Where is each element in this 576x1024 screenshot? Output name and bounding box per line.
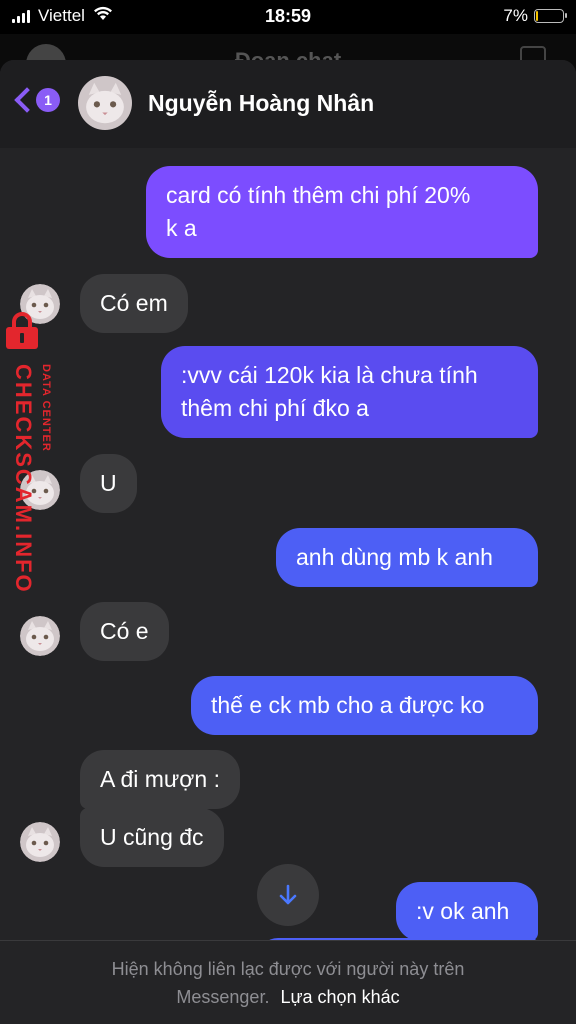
battery-percent: 7% (503, 6, 528, 25)
message-outgoing[interactable]: anh dùng mb k anh (276, 528, 538, 587)
message-text-line: :vvv cái 120k kia là chưa tính (181, 362, 478, 388)
cat-avatar-icon (20, 822, 60, 862)
footer-notice: Hiện không liên lạc được với người này t… (111, 959, 465, 979)
chevron-left-icon (14, 87, 40, 113)
contact-name[interactable]: Nguyễn Hoàng Nhân (148, 90, 374, 117)
message-outgoing[interactable]: :v ok anh (396, 882, 538, 941)
message-text: A đi mượn : (100, 766, 220, 792)
watermark: CHECKSCAM.INFO DATA CENTER (4, 312, 64, 594)
battery-icon (534, 9, 567, 23)
message-text: :v ok anh (416, 898, 510, 924)
message-text-line: k a (166, 215, 197, 241)
message-incoming[interactable]: U cũng đc (80, 808, 224, 867)
back-button[interactable]: 1 (12, 87, 60, 113)
watermark-subtext: DATA CENTER (40, 364, 52, 452)
chat-sheet: 1 Nguyễn Hoàng Nhân card có tính thêm ch… (0, 60, 576, 1024)
battery-fill (536, 11, 538, 21)
message-text-line: card có tính thêm chi phí 20% (166, 182, 471, 208)
cat-avatar-icon (20, 616, 60, 656)
chat-header: 1 Nguyễn Hoàng Nhân (0, 60, 576, 148)
sender-avatar[interactable] (20, 616, 60, 656)
contact-avatar[interactable] (78, 76, 132, 130)
watermark-text: CHECKSCAM.INFO (11, 364, 36, 594)
scroll-to-bottom-button[interactable] (257, 864, 319, 926)
message-text: U (100, 470, 117, 496)
message-outgoing[interactable]: :vvv cái 120k kia là chưa tính thêm chi … (161, 346, 538, 438)
unavailable-footer: Hiện không liên lạc được với người này t… (0, 940, 576, 1024)
footer-notice-end: Messenger. (176, 987, 270, 1007)
message-text-line: thêm chi phí đko a (181, 395, 369, 421)
message-incoming[interactable]: A đi mượn : (80, 750, 240, 809)
message-text: Có em (100, 290, 168, 316)
other-options-link[interactable]: Lựa chọn khác (280, 987, 399, 1007)
status-bar: Viettel 18:59 7% (0, 0, 576, 34)
sender-avatar[interactable] (20, 822, 60, 862)
footer-notice-line2: Messenger. Lựa chọn khác (0, 987, 576, 1008)
message-outgoing[interactable]: thế e ck mb cho a được ko (191, 676, 538, 735)
message-text: U cũng đc (100, 824, 204, 850)
lock-icon (6, 312, 38, 349)
cat-avatar-icon (78, 76, 132, 130)
message-text: Có e (100, 618, 149, 644)
arrow-down-icon (279, 884, 297, 905)
message-incoming[interactable]: Có e (80, 602, 169, 661)
clock: 18:59 (264, 6, 312, 26)
message-outgoing[interactable]: card có tính thêm chi phí 20% k a (146, 166, 538, 258)
message-text: anh dùng mb k anh (296, 544, 493, 570)
message-incoming[interactable]: Có em (80, 274, 188, 333)
message-incoming[interactable]: U (80, 454, 137, 513)
message-text: thế e ck mb cho a được ko (211, 692, 485, 718)
status-right: 7% (503, 6, 567, 26)
